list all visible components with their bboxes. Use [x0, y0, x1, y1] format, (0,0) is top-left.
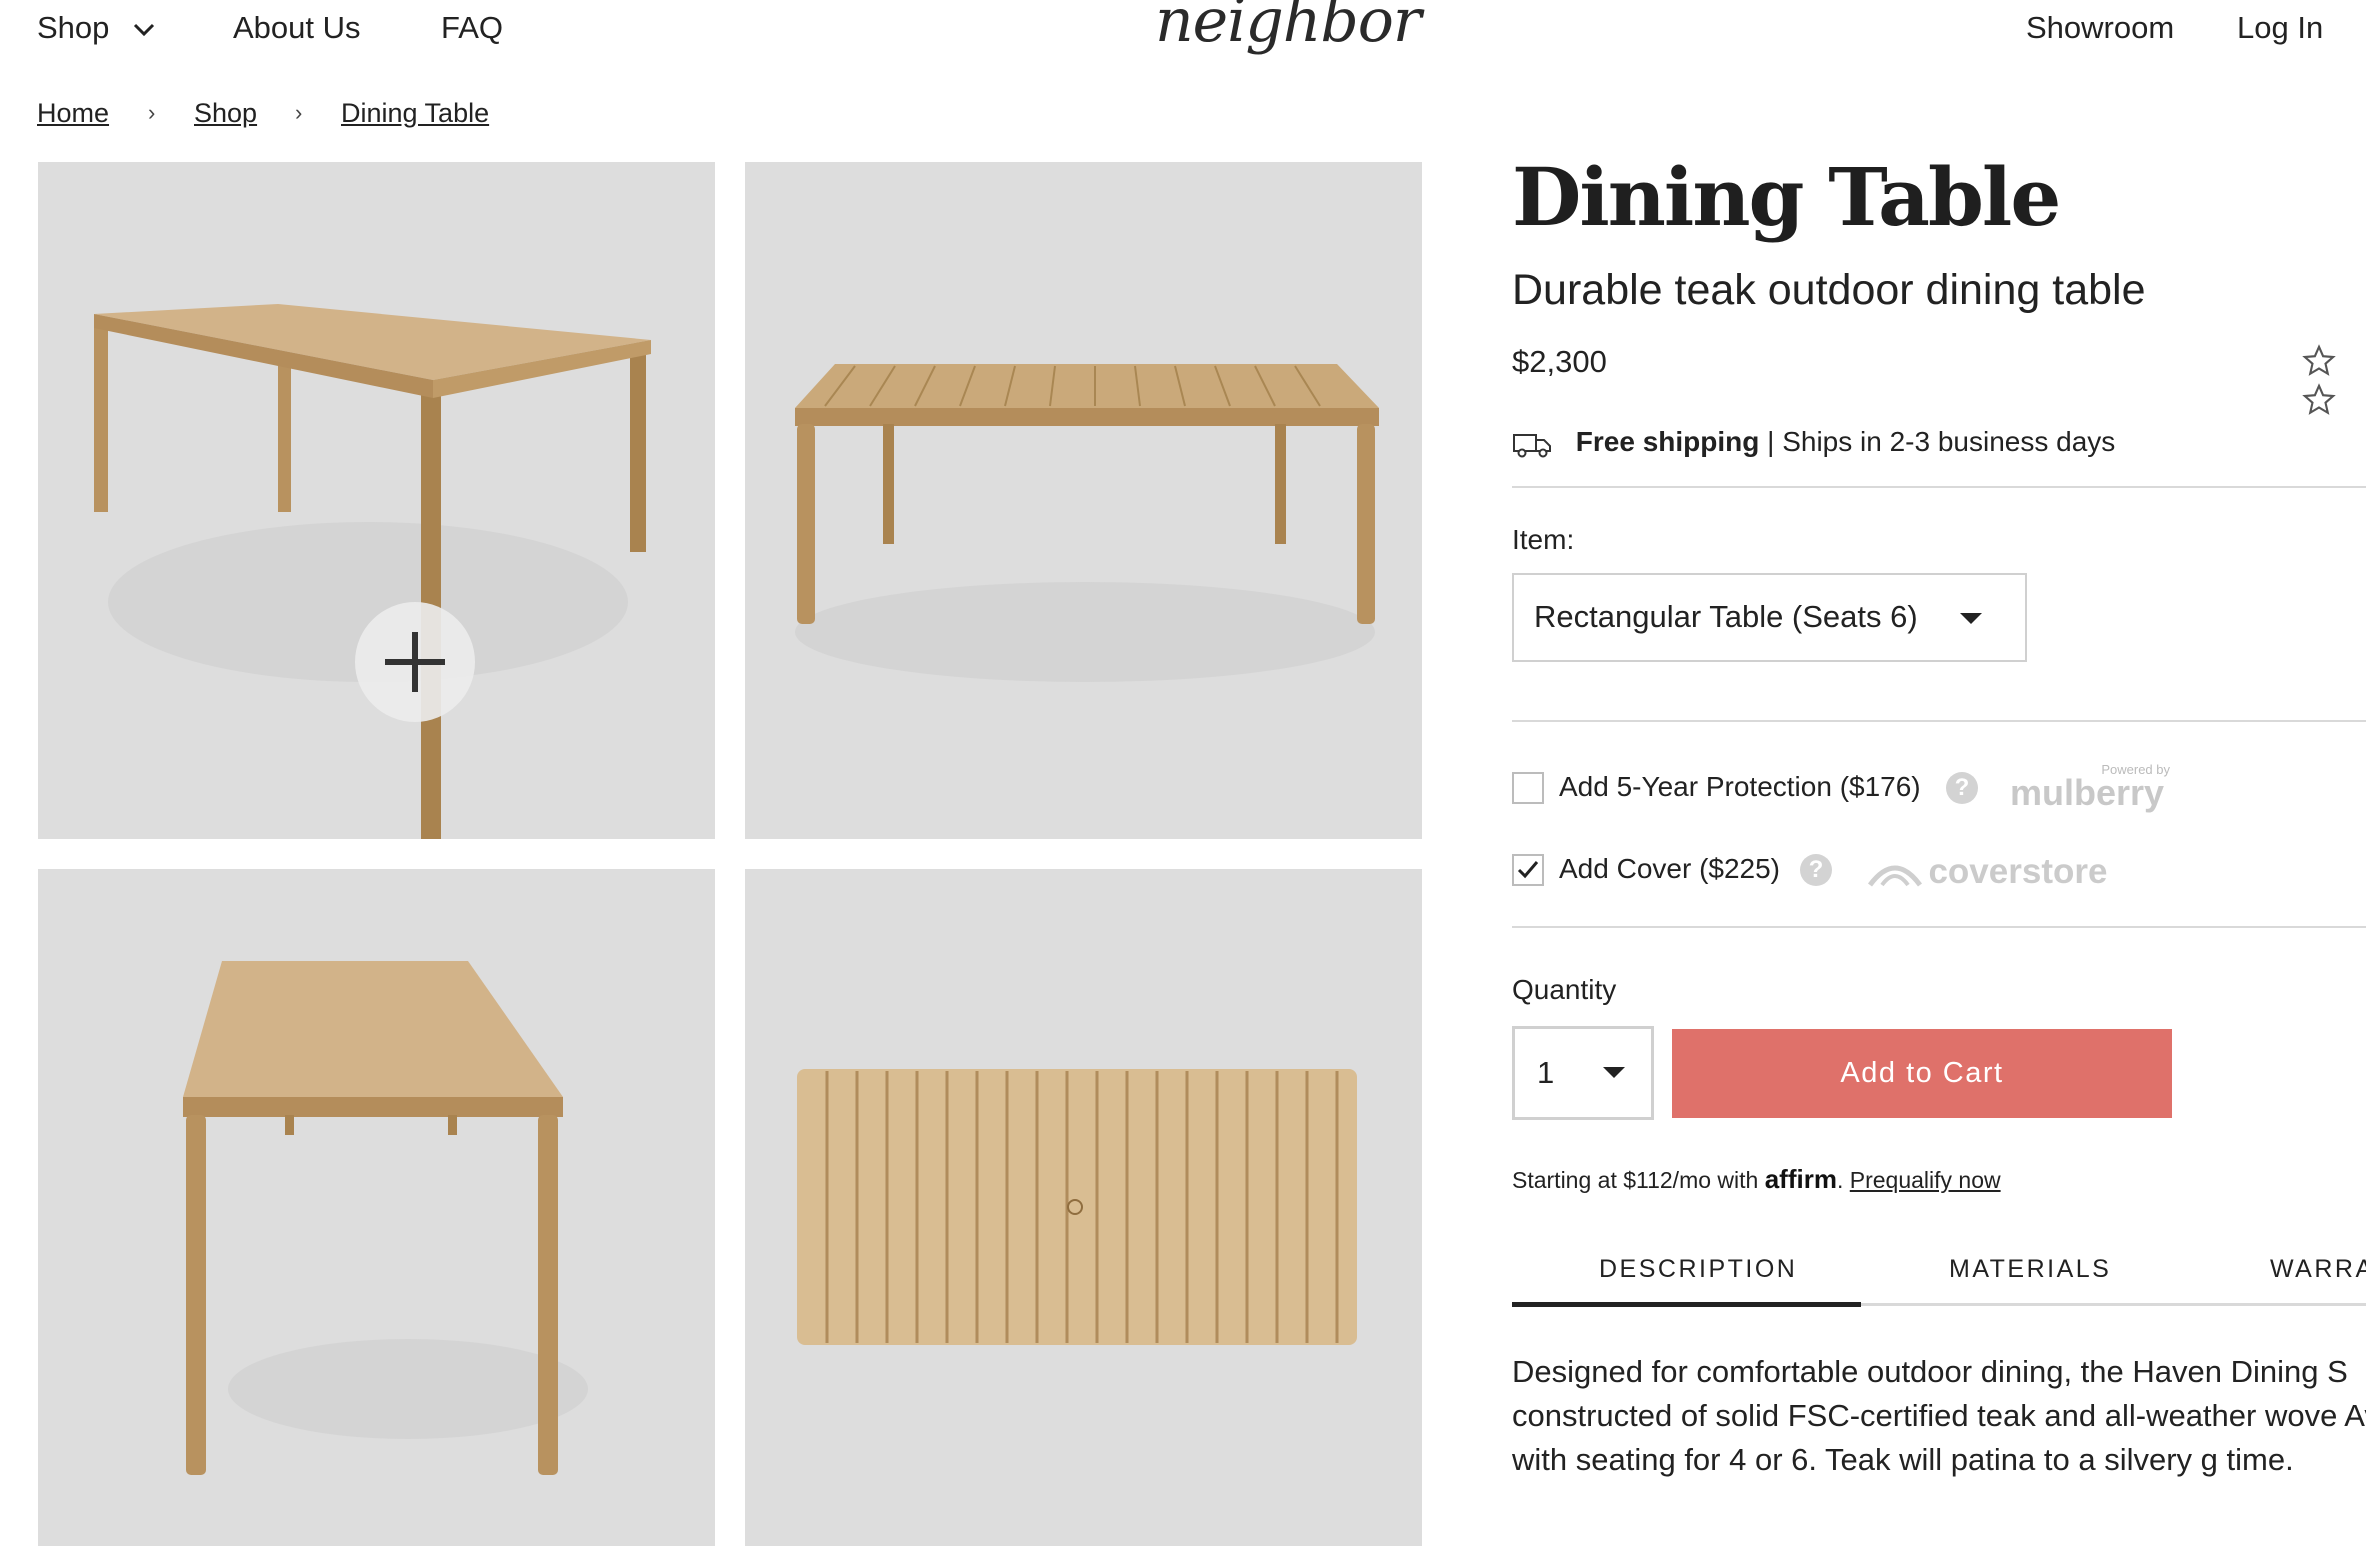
- table-end-view-image: [183, 961, 588, 1475]
- nav-login[interactable]: Log In: [2237, 10, 2323, 46]
- plus-icon: [385, 632, 445, 692]
- divider: [1512, 486, 2366, 488]
- rating-stars[interactable]: [2302, 344, 2366, 422]
- tab-materials[interactable]: MATERIALS: [1949, 1255, 2111, 1284]
- tab-description[interactable]: DESCRIPTION: [1599, 1255, 1797, 1284]
- item-label: Item:: [1512, 524, 1575, 555]
- financing-period: .: [1836, 1167, 1844, 1193]
- coverstore-wordmark: coverstore: [1928, 852, 2108, 891]
- breadcrumb-current[interactable]: Dining Table: [341, 98, 489, 129]
- breadcrumb-separator: ›: [148, 100, 156, 125]
- quantity-select[interactable]: 1: [1512, 1026, 1654, 1120]
- breadcrumb-home[interactable]: Home: [37, 98, 109, 129]
- nav-faq[interactable]: FAQ: [441, 10, 503, 46]
- mulberry-logo: Powered by mulberry: [2010, 762, 2170, 813]
- quantity-label: Quantity: [1512, 974, 1617, 1005]
- caret-down-icon: [1960, 613, 1982, 624]
- item-select-value: Rectangular Table (Seats 6): [1534, 599, 1918, 634]
- nav-about-us[interactable]: About Us: [233, 10, 361, 46]
- coverstore-logo: coverstore: [1866, 852, 2107, 892]
- zoom-button[interactable]: [355, 602, 475, 722]
- financing-line: Starting at $112/mo with affirm. Prequal…: [1512, 1164, 2001, 1195]
- breadcrumb-shop[interactable]: Shop: [194, 98, 257, 129]
- product-subtitle: Durable teak outdoor dining table: [1512, 266, 2146, 314]
- table-top-view-image: [797, 1069, 1357, 1345]
- item-select[interactable]: Rectangular Table (Seats 6): [1512, 573, 2027, 662]
- add-to-cart-button[interactable]: Add to Cart: [1672, 1029, 2172, 1118]
- product-price: $2,300: [1512, 344, 1607, 379]
- caret-down-icon: [1603, 1067, 1625, 1078]
- coverstore-arc-icon: [1867, 865, 1923, 887]
- help-icon[interactable]: ?: [1946, 772, 1978, 804]
- cover-label: Add Cover ($225): [1559, 853, 1781, 884]
- active-tab-indicator: [1512, 1302, 1861, 1307]
- mulberry-wordmark: mulberry: [2010, 772, 2165, 813]
- ships-in-text: | Ships in 2-3 business days: [1767, 426, 2116, 457]
- site-logo[interactable]: neighbor: [1155, 0, 1422, 56]
- prequalify-link[interactable]: Prequalify now: [1850, 1167, 2001, 1193]
- quantity-value: 1: [1537, 1055, 1555, 1090]
- divider: [1512, 926, 2366, 928]
- nav-showroom[interactable]: Showroom: [2026, 10, 2174, 46]
- table-front-view-image: [795, 364, 1379, 682]
- nav-shop-label: Shop: [37, 10, 110, 45]
- star-outline-icon: [2302, 383, 2336, 415]
- table-angle-view-image: [94, 304, 651, 839]
- delivery-truck-icon: [1513, 433, 1551, 458]
- product-title: Dining Table: [1512, 150, 2061, 244]
- financing-text: Starting at $112/mo with: [1512, 1167, 1759, 1193]
- product-description: Designed for comfortable outdoor dining,…: [1512, 1354, 2366, 1477]
- free-shipping-text: Free shipping: [1575, 426, 1760, 457]
- checkmark-icon: [1517, 861, 1539, 879]
- product-photo-3[interactable]: [38, 869, 715, 1546]
- divider: [1512, 720, 2366, 722]
- help-icon[interactable]: ?: [1800, 854, 1832, 886]
- tab-warranty[interactable]: WARRA: [2270, 1255, 2366, 1284]
- cover-checkbox[interactable]: [1512, 854, 1544, 886]
- breadcrumb-separator: ›: [295, 100, 303, 125]
- protection-label: Add 5-Year Protection ($176): [1559, 771, 1921, 802]
- product-photo-2[interactable]: [745, 162, 1422, 839]
- shipping-info: Free shipping | Ships in 2-3 business da…: [1512, 426, 2115, 459]
- nav-shop[interactable]: Shop: [37, 10, 156, 46]
- product-photo-4[interactable]: [745, 869, 1422, 1546]
- product-photo-1[interactable]: [38, 162, 715, 839]
- star-outline-icon: [2302, 344, 2336, 376]
- protection-checkbox[interactable]: [1512, 772, 1544, 804]
- chevron-down-icon: [133, 23, 155, 36]
- affirm-logo: affirm: [1764, 1164, 1837, 1194]
